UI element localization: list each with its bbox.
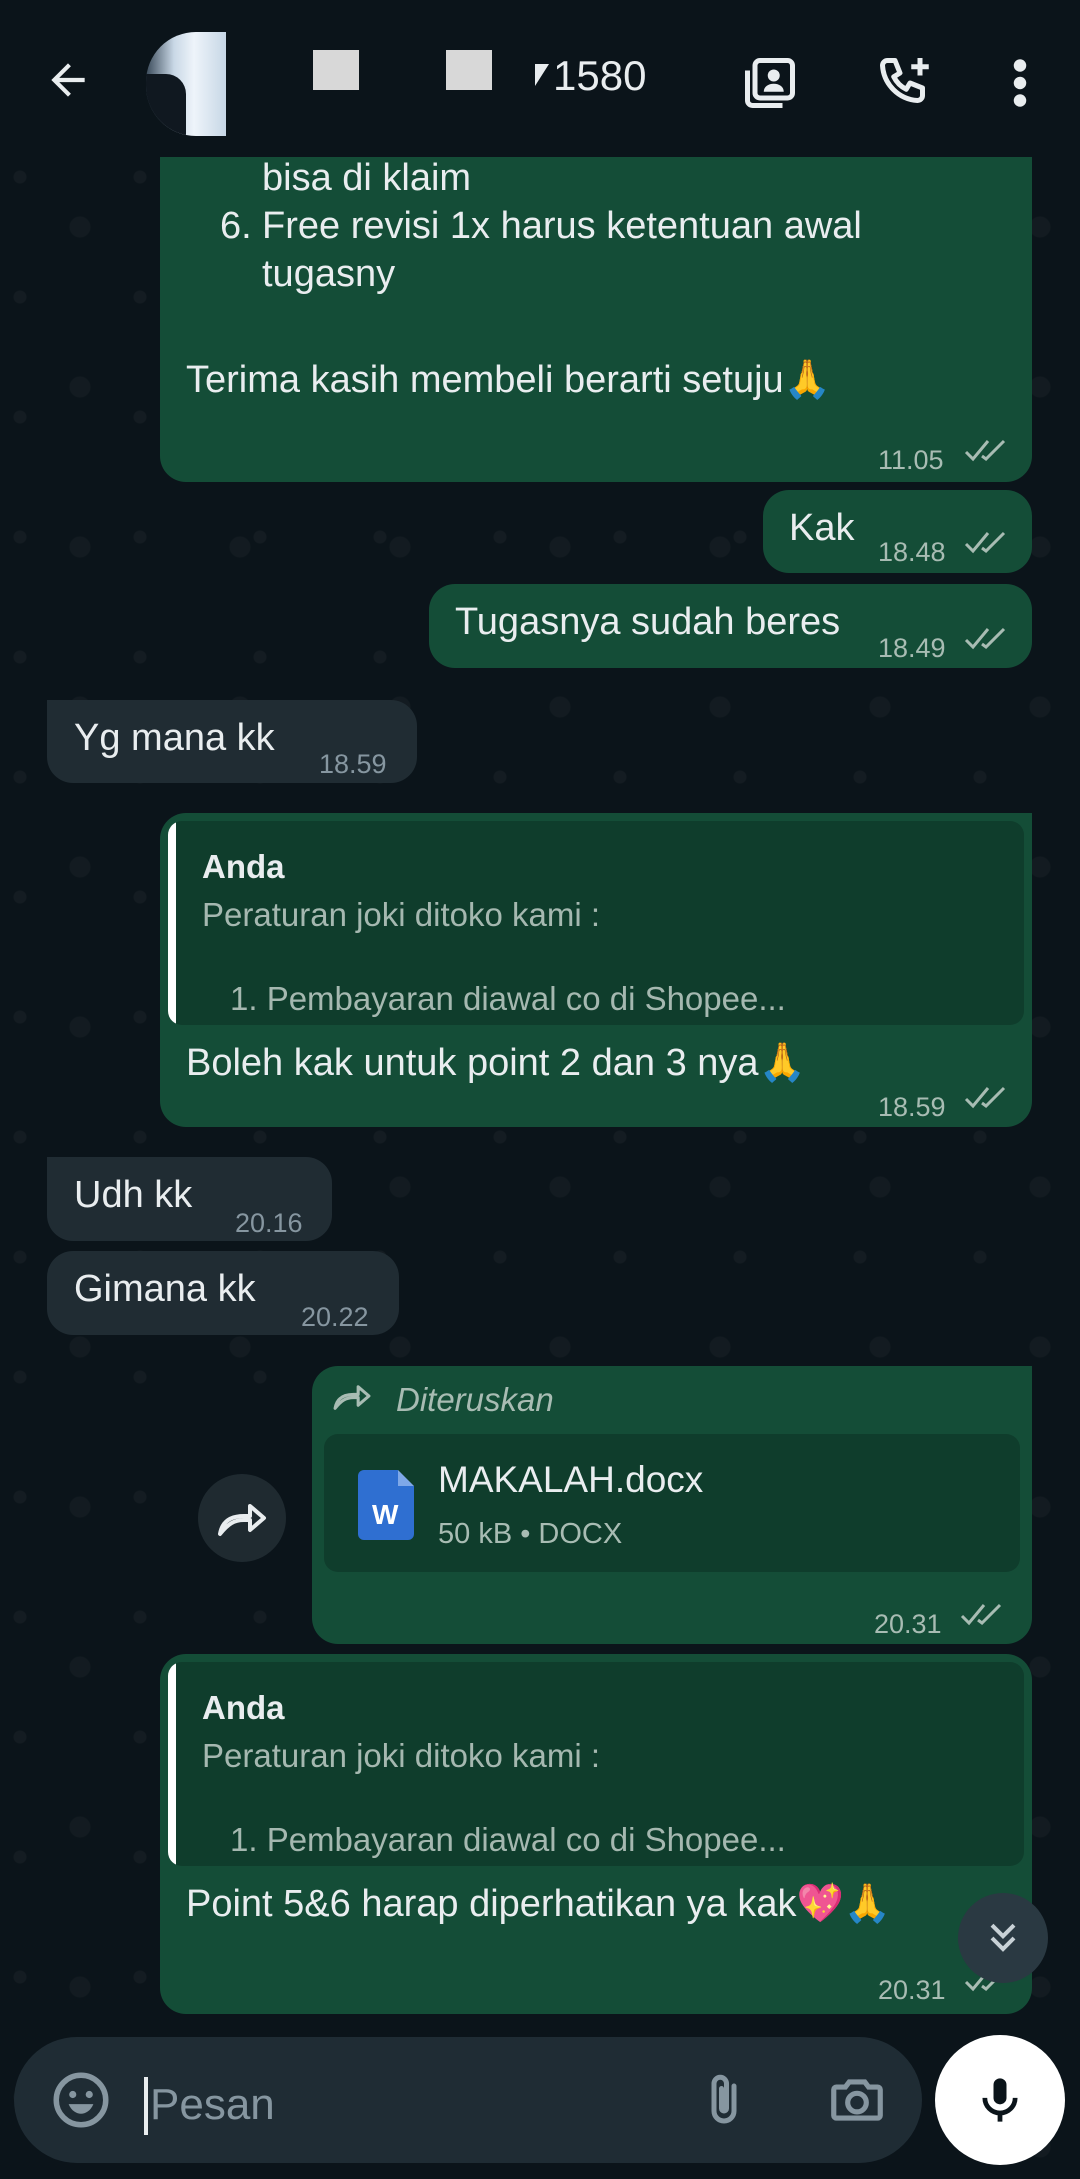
read-ticks-icon [964,439,1006,462]
add-call-icon [880,58,929,103]
back-button[interactable] [30,48,106,112]
quote-text: Peraturan joki ditoko kami : [202,1737,601,1774]
list-number: 6. [220,205,252,247]
message-text: Point 5&6 harap diperhatikan ya kak💖🙏 [186,1883,892,1925]
forwarded-label: Diteruskan [396,1381,554,1418]
read-ticks-icon [960,1603,1002,1626]
camera-button[interactable] [826,2069,892,2135]
avatar[interactable] [146,32,226,136]
message-bubble-incoming[interactable]: Gimana kk 20.22 [47,1251,399,1335]
chat-header: 1580 [0,0,1080,157]
read-ticks-icon [964,1086,1006,1109]
forwarded-icon [333,1385,371,1410]
message-bubble-outgoing[interactable]: bisa di klaim 6. Free revisi 1x harus ke… [160,130,1032,482]
docx-file-icon: W [358,1470,414,1540]
message-time: 18.48 [878,537,946,567]
quote-bar [168,821,176,1025]
quote-text: 1. Pembayaran diawal co di Shopee... [230,980,786,1017]
message-bubble-outgoing[interactable]: Tugasnya sudah beres 18.49 [429,584,1032,668]
more-options-button[interactable] [990,48,1050,118]
forward-icon [218,1504,266,1536]
voice-message-button[interactable] [935,2035,1065,2165]
mic-icon [982,2078,1018,2122]
redacted-block [446,50,492,90]
forward-button[interactable] [198,1474,286,1562]
quote-author: Anda [202,1689,285,1726]
message-bubble-outgoing[interactable]: Anda Peraturan joki ditoko kami : 1. Pem… [160,813,1032,1127]
message-time: 18.49 [878,633,946,663]
read-ticks-icon [964,531,1006,554]
message-bubble-incoming[interactable]: Yg mana kk 18.59 [47,700,417,783]
attach-button[interactable] [694,2069,760,2135]
contact-title[interactable]: 1580 [535,52,646,100]
redacted-block [313,50,359,90]
message-time: 11.05 [878,445,944,475]
read-ticks-icon [964,627,1006,650]
message-text: Terima kasih membeli berarti setuju🙏 [186,359,831,401]
message-bubble-outgoing[interactable]: Anda Peraturan joki ditoko kami : 1. Pem… [160,1654,1032,2014]
scroll-to-bottom-button[interactable] [958,1893,1048,1983]
emoji-icon [53,2072,109,2128]
quoted-message[interactable]: Anda Peraturan joki ditoko kami : 1. Pem… [168,1662,1024,1866]
message-text: Kak [789,507,855,549]
document-attachment[interactable]: W MAKALAH.docx 50 kB • DOCX [324,1434,1020,1572]
message-text: Boleh kak untuk point 2 dan 3 nya🙏 [186,1042,806,1084]
message-text: Gimana kk [74,1268,256,1310]
page-title: 1580 [553,52,647,99]
text-caret [144,2077,148,2135]
message-text: tugasny [262,253,396,295]
double-chevron-down-icon [990,1923,1016,1952]
quote-text: Peraturan joki ditoko kami : [202,896,601,933]
message-text: Yg mana kk [74,717,275,759]
contact-card-icon [745,58,795,108]
message-text: Tugasnya sudah beres [455,601,841,643]
message-bubble-outgoing[interactable]: Kak 18.48 [763,490,1032,573]
message-time: 20.31 [874,1609,942,1639]
file-meta: 50 kB • DOCX [438,1518,623,1550]
message-time: 18.59 [319,749,387,779]
arrow-left-icon [51,63,85,97]
message-bubble-incoming[interactable]: Udh kk 20.16 [47,1157,332,1241]
message-text: bisa di klaim [262,157,472,199]
quote-text: 1. Pembayaran diawal co di Shopee... [230,1821,786,1858]
camera-icon [831,2079,883,2121]
contact-card-button[interactable] [735,48,805,118]
message-bubble-outgoing[interactable]: Diteruskan W MAKALAH.docx 50 kB • DOCX 2… [312,1366,1032,1644]
more-vert-icon [1013,59,1027,107]
message-time: 20.22 [301,1302,369,1332]
message-time: 18.59 [878,1092,946,1122]
cursor-icon [535,64,549,86]
message-time: 20.31 [878,1975,946,2005]
quote-bar [168,1662,176,1866]
attach-icon [711,2074,737,2124]
quote-author: Anda [202,848,285,885]
emoji-button[interactable] [48,2067,114,2133]
message-text: Free revisi 1x harus ketentuan awal [262,205,862,247]
add-call-button[interactable] [870,48,940,118]
file-name: MAKALAH.docx [438,1459,704,1500]
quoted-message[interactable]: Anda Peraturan joki ditoko kami : 1. Pem… [168,821,1024,1025]
message-time: 20.16 [235,1208,303,1238]
message-text: Udh kk [74,1174,193,1216]
message-input[interactable] [150,2075,670,2135]
